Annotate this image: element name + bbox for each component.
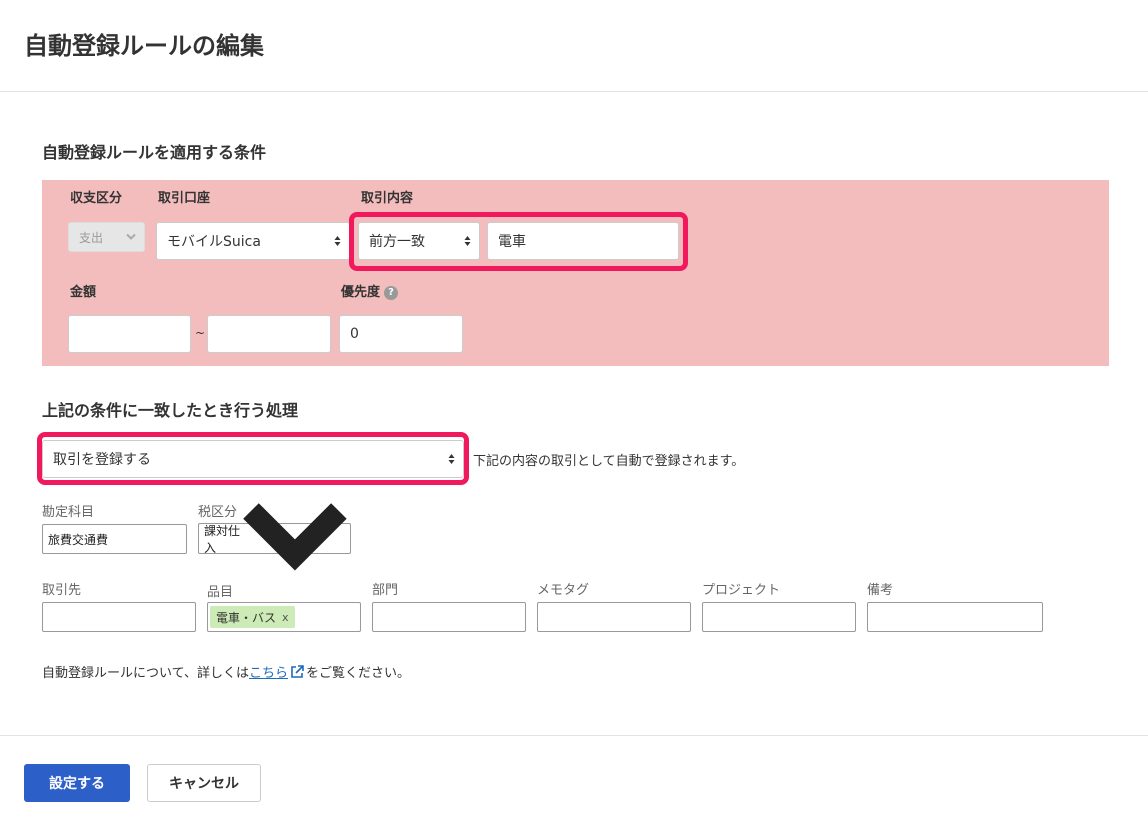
priority-label-text: 優先度	[341, 285, 381, 300]
type-label: 収支区分	[70, 191, 123, 206]
header-divider	[0, 91, 1148, 92]
remarks-label: 備考	[867, 583, 894, 598]
account-item-input[interactable]: 旅費交通費	[42, 524, 187, 554]
content-highlight	[349, 212, 688, 271]
help-note: 自動登録ルールについて、詳しくはこちら をご覧ください。	[42, 662, 410, 681]
content-label: 取引内容	[361, 191, 414, 206]
priority-label: 優先度?	[341, 281, 399, 300]
process-note: 下記の内容の取引として自動で登録されます。	[473, 454, 745, 469]
project-label: プロジェクト	[702, 583, 781, 598]
external-link-icon[interactable]	[289, 664, 305, 680]
process-highlight	[37, 432, 469, 485]
conditions-section-title: 自動登録ルールを適用する条件	[42, 143, 267, 162]
page-title: 自動登録ルールの編集	[24, 32, 264, 60]
partner-input[interactable]	[42, 602, 196, 632]
footer-divider	[0, 735, 1148, 736]
tax-select[interactable]: 課対仕入	[198, 503, 351, 571]
remarks-input[interactable]	[867, 602, 1043, 632]
help-link[interactable]: こちら	[249, 666, 288, 681]
chevron-down-icon	[243, 503, 347, 571]
type-select-value: 支出	[79, 230, 104, 245]
cancel-button[interactable]: キャンセル	[147, 764, 261, 802]
amount-max-input[interactable]	[207, 315, 331, 353]
help-note-after: をご覧ください。	[305, 666, 410, 681]
priority-input[interactable]: 0	[339, 315, 463, 353]
account-label: 取引口座	[158, 191, 211, 206]
project-input[interactable]	[702, 602, 856, 632]
amount-separator: ~	[195, 326, 206, 340]
item-input[interactable]: 電車・バス x	[207, 602, 361, 632]
partner-label: 取引先	[42, 583, 82, 598]
department-input[interactable]	[372, 602, 526, 632]
help-note-before: 自動登録ルールについて、詳しくは	[42, 666, 249, 681]
item-tag-label: 電車・バス	[216, 610, 277, 625]
account-select-value: モバイルSuica	[167, 234, 261, 250]
amount-min-input[interactable]	[68, 315, 191, 353]
question-icon[interactable]: ?	[384, 286, 399, 300]
amount-label: 金額	[70, 285, 97, 300]
tag-remove-button[interactable]: x	[282, 611, 289, 624]
account-select[interactable]: モバイルSuica	[156, 222, 350, 260]
item-tag: 電車・バス x	[210, 606, 295, 628]
tax-select-value: 課対仕入	[204, 523, 241, 555]
memo-tag-label: メモタグ	[537, 583, 590, 598]
department-label: 部門	[372, 583, 399, 598]
action-section-title: 上記の条件に一致したとき行う処理	[42, 401, 299, 420]
tax-label: 税区分	[198, 505, 238, 520]
submit-button[interactable]: 設定する	[24, 764, 130, 802]
memo-tag-input[interactable]	[537, 602, 691, 632]
chevron-down-icon	[126, 233, 136, 240]
select-arrows-icon	[334, 236, 341, 246]
account-item-label: 勘定科目	[42, 505, 95, 520]
item-label: 品目	[207, 585, 234, 600]
type-select: 支出	[68, 222, 145, 252]
